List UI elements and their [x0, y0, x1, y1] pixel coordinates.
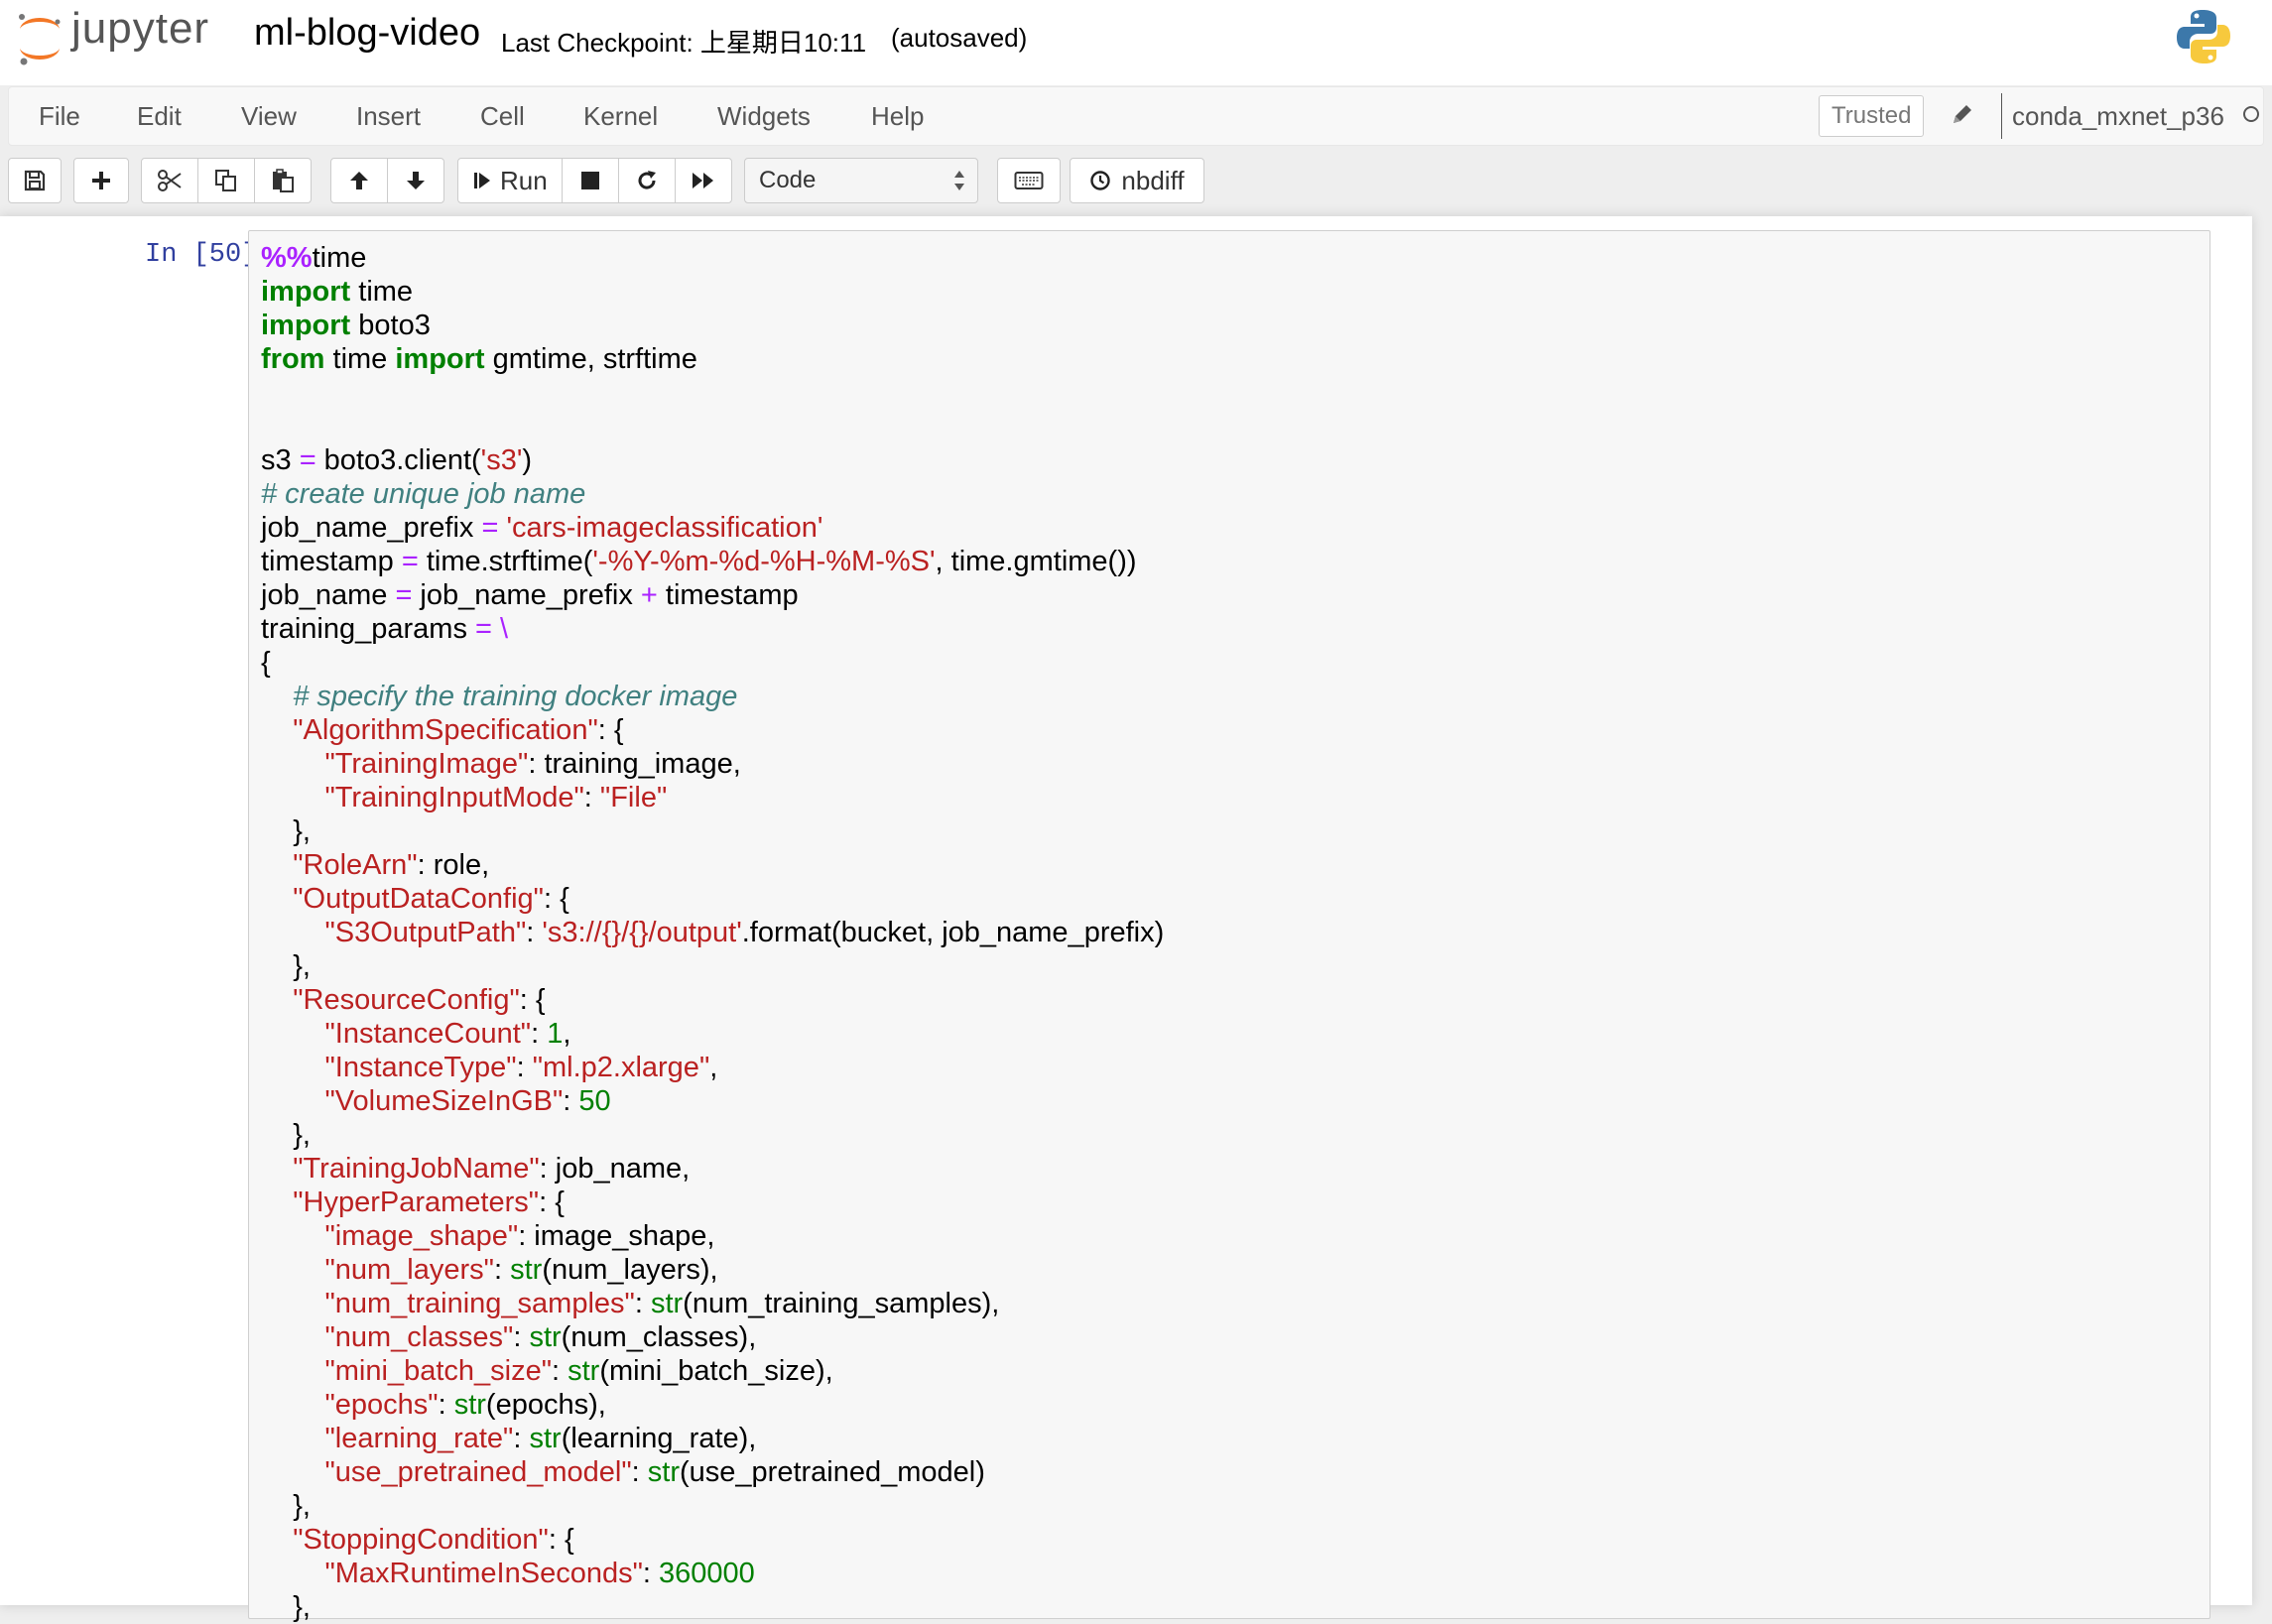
restart-button[interactable] [618, 158, 676, 203]
keyboard-icon [1014, 172, 1044, 189]
menubar: File Edit View Insert Cell Kernel Widget… [8, 86, 2264, 146]
plus-icon [92, 172, 110, 189]
menu-kernel[interactable]: Kernel [583, 101, 658, 132]
menu-cell[interactable]: Cell [480, 101, 525, 132]
history-icon [1090, 171, 1111, 190]
move-down-button[interactable] [387, 158, 444, 203]
insert-cell-button[interactable] [73, 158, 129, 203]
paste-button[interactable] [254, 158, 312, 203]
jupyter-logo-icon[interactable] [14, 8, 65, 67]
kernel-name[interactable]: conda_mxnet_p36 [2001, 93, 2224, 139]
copy-icon [215, 170, 236, 191]
header: jupyter ml-blog-video Last Checkpoint: 上… [0, 0, 2272, 85]
stop-icon [581, 172, 599, 189]
cell-type-value: Code [759, 167, 817, 193]
pencil-icon[interactable] [1950, 101, 1975, 127]
restart-run-all-button[interactable] [675, 158, 732, 203]
interrupt-button[interactable] [562, 158, 619, 203]
python-logo-icon [2177, 10, 2230, 63]
kernel-idle-icon [2243, 106, 2259, 122]
paste-icon [273, 169, 294, 192]
cut-button[interactable] [141, 158, 198, 203]
trusted-indicator[interactable]: Trusted [1819, 95, 1925, 137]
code-cell-editor[interactable]: %%time import time import boto3 from tim… [248, 230, 2210, 1623]
menu-insert[interactable]: Insert [356, 101, 421, 132]
menu-file[interactable]: File [39, 101, 80, 132]
step-forward-icon [474, 173, 490, 188]
autosave-status: (autosaved) [891, 23, 1028, 53]
logo-text: jupyter [71, 4, 210, 53]
menu-view[interactable]: View [241, 101, 297, 132]
save-button[interactable] [8, 158, 62, 203]
fast-forward-icon [693, 173, 713, 188]
menu-widgets[interactable]: Widgets [717, 101, 811, 132]
menu-help[interactable]: Help [871, 101, 924, 132]
menu-edit[interactable]: Edit [137, 101, 182, 132]
save-icon [24, 170, 46, 191]
code-editor-text[interactable]: %%time import time import boto3 from tim… [261, 241, 1164, 1624]
scissors-icon [158, 170, 182, 191]
arrow-down-icon [407, 172, 425, 189]
nbdiff-button[interactable]: nbdiff [1070, 158, 1204, 203]
arrow-up-icon [350, 172, 368, 189]
notebook-container: In [50]: %%time import time import boto3… [0, 216, 2252, 1623]
notebook-name[interactable]: ml-blog-video [254, 12, 480, 55]
restart-icon [638, 171, 656, 189]
nbdiff-label: nbdiff [1121, 165, 1185, 195]
run-button[interactable]: Run [457, 158, 563, 203]
run-label: Run [500, 165, 548, 195]
select-arrows-icon [954, 171, 964, 190]
copy-button[interactable] [197, 158, 255, 203]
command-palette-button[interactable] [997, 158, 1061, 203]
move-up-button[interactable] [330, 158, 388, 203]
cell-type-select[interactable]: Code [744, 158, 978, 203]
toolbar: Run Code nbdiff [0, 151, 2272, 210]
checkpoint-status: Last Checkpoint: 上星期日10:11 [501, 28, 867, 58]
